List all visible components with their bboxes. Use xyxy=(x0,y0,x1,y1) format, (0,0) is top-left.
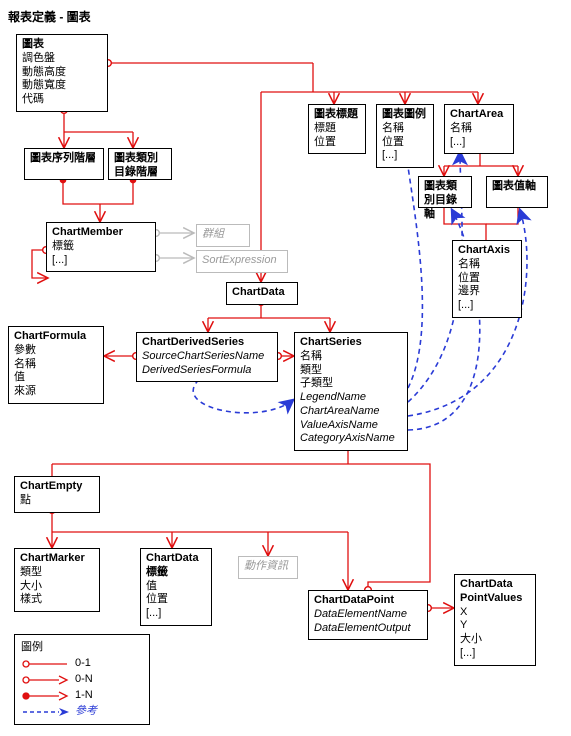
node-chart-empty: ChartEmpty 點 xyxy=(14,476,100,513)
node-chart-area: ChartArea 名稱 [...] xyxy=(444,104,514,154)
node-group: 群組 xyxy=(196,224,250,247)
node-action-info: 動作資訊 xyxy=(238,556,298,579)
legend-symbol-ref xyxy=(21,707,69,717)
node-chart-formula: ChartFormula 參數 名稱 值 來源 xyxy=(8,326,104,404)
node-chart: 圖表 調色盤 動態高度 動態寬度 代碼 xyxy=(16,34,108,112)
legend-item: 0-1 xyxy=(21,656,143,672)
legend-item: 參考 xyxy=(21,704,143,720)
legend-item: 0-N xyxy=(21,672,143,688)
legend-title: 圖例 xyxy=(21,639,143,656)
legend-item: 1-N xyxy=(21,688,143,704)
node-chart-legend: 圖表圖例 名稱 位置 [...] xyxy=(376,104,434,168)
node-chart-data-point-values: ChartDataPointValues X Y 大小 [...] xyxy=(454,574,536,666)
legend-symbol-0-n xyxy=(21,675,69,685)
legend-box: 圖例 0-1 0-N 1-N 參考 xyxy=(14,634,150,725)
node-category-hierarchy: 圖表類別目錄階層 xyxy=(108,148,172,180)
node-category-axis: 圖表類別目錄軸 xyxy=(418,176,472,208)
node-chart-data: ChartData xyxy=(226,282,298,305)
node-chart-derived-series: ChartDerivedSeries SourceChartSeriesName… xyxy=(136,332,278,382)
node-chart-data-label: ChartData標籤 值 位置 [...] xyxy=(140,548,212,626)
node-chart-series: ChartSeries 名稱 類型 子類型 LegendName ChartAr… xyxy=(294,332,408,451)
node-sort-expression: SortExpression xyxy=(196,250,288,273)
node-chart-member: ChartMember 標籤 [...] xyxy=(46,222,156,272)
node-series-hierarchy: 圖表序列階層 xyxy=(24,148,104,180)
legend-symbol-1-n xyxy=(21,691,69,701)
diagram-title: 報表定義 - 圖表 xyxy=(8,8,91,25)
node-chart-data-point: ChartDataPoint DataElementName DataEleme… xyxy=(308,590,428,640)
node-chart-axis: ChartAxis 名稱 位置 邊界 [...] xyxy=(452,240,522,318)
node-title: 圖表 xyxy=(22,38,102,52)
legend-symbol-0-1 xyxy=(21,659,69,669)
node-chart-title: 圖表標題 標題 位置 xyxy=(308,104,366,154)
diagram-canvas: 報表定義 - 圖表 xyxy=(8,8,563,728)
node-chart-marker: ChartMarker 類型 大小 樣式 xyxy=(14,548,100,612)
node-value-axis: 圖表值軸 xyxy=(486,176,548,208)
